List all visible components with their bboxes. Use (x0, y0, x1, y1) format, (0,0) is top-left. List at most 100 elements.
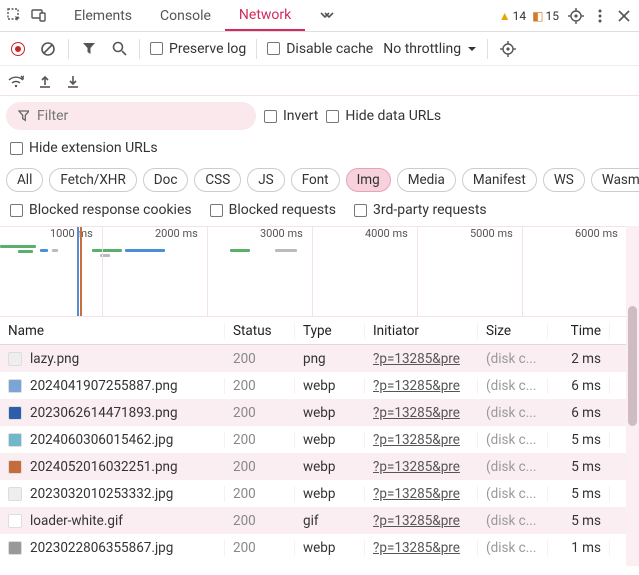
table-row[interactable]: 2024052016032251.png 200webp?p=13285&pre(… (0, 453, 639, 480)
cell-status: 200 (225, 432, 295, 448)
blocked-requests-checkbox[interactable]: Blocked requests (210, 202, 336, 218)
scrollbar-thumb[interactable] (628, 306, 637, 426)
cell-size: (disk c... (478, 513, 548, 529)
filter-all[interactable]: All (6, 168, 43, 192)
warning-count: 14 (513, 9, 527, 23)
table-row[interactable]: lazy.png200png?p=13285&pre(disk c...2 ms (0, 345, 639, 372)
col-time[interactable]: Time (548, 323, 610, 339)
cell-size: (disk c... (478, 378, 548, 394)
cell-type: webp (295, 405, 365, 421)
throttling-select[interactable]: No throttling (383, 41, 477, 57)
issue-icon: ◧ (532, 9, 543, 23)
file-icon (8, 433, 22, 447)
file-name: 2023022806355867.jpg (30, 540, 173, 556)
network-conditions-icon[interactable] (498, 39, 518, 59)
table-row[interactable]: 2024060306015462.jpg200webp?p=13285&pre(… (0, 426, 639, 453)
settings-icon[interactable] (565, 5, 587, 27)
tab-console[interactable]: Console (146, 0, 225, 31)
cell-type: webp (295, 378, 365, 394)
cell-status: 200 (225, 405, 295, 421)
cell-initiator[interactable]: ?p=13285&pre (365, 432, 478, 448)
cell-initiator[interactable]: ?p=13285&pre (365, 459, 478, 475)
cell-initiator[interactable]: ?p=13285&pre (365, 513, 478, 529)
table-row[interactable]: 2023032010253332.jpg200webp?p=13285&pre(… (0, 480, 639, 507)
file-name: lazy.png (30, 351, 79, 367)
cell-initiator[interactable]: ?p=13285&pre (365, 351, 478, 367)
record-button[interactable] (8, 39, 28, 59)
inspect-icon[interactable] (4, 5, 26, 27)
cell-size: (disk c... (478, 351, 548, 367)
cell-initiator[interactable]: ?p=13285&pre (365, 378, 478, 394)
file-icon (8, 379, 22, 393)
cell-size: (disk c... (478, 405, 548, 421)
cell-type: webp (295, 486, 365, 502)
preserve-log-checkbox[interactable]: Preserve log (150, 41, 246, 57)
hide-data-urls-checkbox[interactable]: Hide data URLs (326, 108, 441, 124)
file-name: 2024052016032251.png (30, 459, 178, 475)
filter-img[interactable]: Img (346, 168, 391, 192)
col-initiator[interactable]: Initiator (365, 323, 478, 339)
disable-cache-checkbox[interactable]: Disable cache (267, 41, 373, 57)
table-row[interactable]: 2024041907255887.png200webp?p=13285&pre(… (0, 372, 639, 399)
file-icon (8, 460, 22, 474)
device-icon[interactable] (28, 5, 50, 27)
third-party-checkbox[interactable]: 3rd-party requests (354, 202, 487, 218)
filter-ws[interactable]: WS (543, 168, 585, 192)
cell-status: 200 (225, 486, 295, 502)
timeline-tick: 3000 ms (260, 227, 303, 240)
invert-checkbox[interactable]: Invert (264, 108, 318, 124)
cell-initiator[interactable]: ?p=13285&pre (365, 540, 478, 556)
filter-icon[interactable] (79, 39, 99, 59)
filter-wasm[interactable]: Wasm (591, 168, 639, 192)
file-icon (8, 514, 22, 528)
clear-button[interactable] (38, 39, 58, 59)
cell-size: (disk c... (478, 459, 548, 475)
table-row[interactable]: 2023062614471893.png 200webp?p=13285&pre(… (0, 399, 639, 426)
filter-doc[interactable]: Doc (143, 168, 189, 192)
cell-size: (disk c... (478, 432, 548, 448)
filter-manifest[interactable]: Manifest (462, 168, 537, 192)
cell-status: 200 (225, 459, 295, 475)
table-row[interactable]: 2023022806355867.jpg200webp?p=13285&pre(… (0, 534, 639, 561)
wifi-icon[interactable] (8, 74, 24, 88)
cell-initiator[interactable]: ?p=13285&pre (365, 405, 478, 421)
filter-font[interactable]: Font (291, 168, 340, 192)
warning-counts[interactable]: ▲14 ◧15 (499, 9, 559, 23)
cell-status: 200 (225, 378, 295, 394)
tab-elements[interactable]: Elements (60, 0, 146, 31)
blocked-cookies-checkbox[interactable]: Blocked response cookies (10, 202, 192, 218)
tab-more[interactable] (305, 0, 349, 31)
cell-time: 5 ms (548, 432, 610, 448)
close-icon[interactable] (613, 5, 635, 27)
issue-count: 15 (546, 9, 560, 23)
scrollbar[interactable] (626, 226, 639, 566)
network-sub-toolbar (0, 66, 639, 96)
col-type[interactable]: Type (295, 323, 365, 339)
filter-js[interactable]: JS (247, 168, 284, 192)
cell-time: 5 ms (548, 513, 610, 529)
table-header: Name Status Type Initiator Size Time (0, 317, 639, 345)
filter-css[interactable]: CSS (194, 168, 241, 192)
cell-status: 200 (225, 540, 295, 556)
table-row[interactable]: loader-white.gif200gif?p=13285&pre(disk … (0, 507, 639, 534)
cell-type: webp (295, 459, 365, 475)
col-name[interactable]: Name (0, 323, 225, 339)
filter-fetch[interactable]: Fetch/XHR (49, 168, 136, 192)
cell-size: (disk c... (478, 540, 548, 556)
cell-time: 6 ms (548, 405, 610, 421)
filter-input[interactable] (37, 108, 244, 124)
cell-initiator[interactable]: ?p=13285&pre (365, 486, 478, 502)
kebab-icon[interactable] (589, 5, 611, 27)
col-status[interactable]: Status (225, 323, 295, 339)
cell-time: 1 ms (548, 540, 610, 556)
hide-extension-urls-checkbox[interactable]: Hide extension URLs (10, 140, 629, 156)
filter-media[interactable]: Media (397, 168, 456, 192)
download-icon[interactable] (66, 74, 80, 88)
search-icon[interactable] (109, 39, 129, 59)
file-name: 2023062614471893.png (30, 405, 178, 421)
tab-network[interactable]: Network (225, 0, 305, 31)
col-size[interactable]: Size (478, 323, 548, 339)
upload-icon[interactable] (38, 74, 52, 88)
waterfall-overview[interactable]: 1000 ms2000 ms3000 ms4000 ms5000 ms6000 … (0, 227, 639, 317)
file-name: 2023032010253332.jpg (30, 486, 173, 502)
